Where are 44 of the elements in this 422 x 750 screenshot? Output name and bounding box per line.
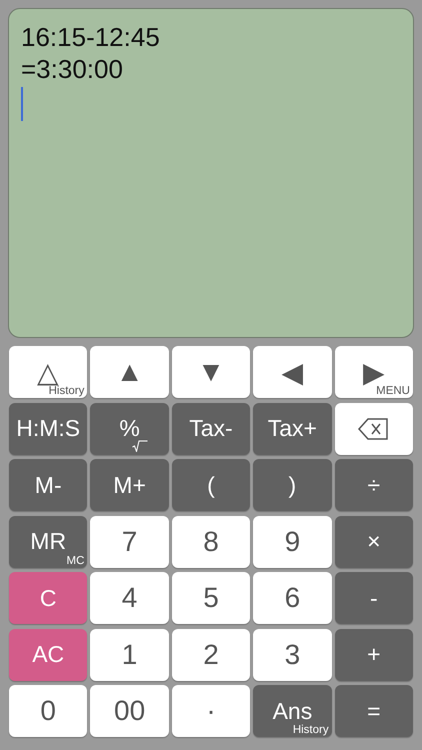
calculator-key[interactable]: M+ [90, 459, 169, 511]
backspace-icon [358, 418, 390, 440]
calculator-key[interactable]: 9 [253, 516, 332, 568]
calculator-key[interactable]: 1 [90, 628, 169, 680]
calculator-key[interactable]: - [334, 572, 413, 624]
calculator-key[interactable]: Tax- [172, 402, 250, 454]
key-sublabel: MC [66, 554, 84, 566]
calculator-key[interactable]: ÷ [334, 459, 413, 511]
calculator-key[interactable]: 4 [90, 572, 169, 624]
key-sublabel: MENU [376, 385, 410, 397]
calculator-key[interactable]: Ans History [253, 685, 332, 737]
calculator-key[interactable]: ▼ [172, 346, 250, 398]
calculator-key[interactable]: 8 [172, 516, 250, 568]
calculator-key[interactable]: AC [9, 628, 88, 680]
calculator-key[interactable]: + [334, 628, 413, 680]
calculator-key[interactable]: ▲ [90, 346, 169, 398]
calculator-key[interactable]: M- [9, 459, 88, 511]
key-sublabel: History [292, 724, 329, 736]
calculator-key[interactable]: C [9, 572, 88, 624]
calculator-key[interactable]: 2 [172, 628, 250, 680]
calculator-key[interactable]: ) [253, 459, 332, 511]
calculator-key[interactable]: 5 [172, 572, 250, 624]
calculator-key[interactable]: × [334, 516, 413, 568]
calculator-key[interactable]: 3 [253, 628, 332, 680]
calculator-key[interactable]: 00 [90, 685, 169, 737]
calculator-key[interactable]: = [334, 685, 413, 737]
calculator-key[interactable]: % [90, 402, 169, 454]
display-line: 16:15-12:45 [21, 21, 160, 53]
display-line: =3:30:00 [21, 53, 123, 85]
calculator-key[interactable]: 7 [90, 516, 169, 568]
calculator-key[interactable]: H:M:S [9, 402, 88, 454]
calculator-key[interactable]: ▶ MENU [334, 346, 413, 398]
calculator-key[interactable]: 0 [9, 685, 88, 737]
square-root-icon [132, 440, 148, 452]
key-sublabel: History [48, 385, 84, 397]
calculator-key[interactable]: ( [172, 459, 250, 511]
calculator-key[interactable]: △ History [9, 346, 88, 398]
text-cursor [21, 87, 23, 121]
calculator-key[interactable]: ◀ [253, 346, 332, 398]
calculator-key[interactable]: · [172, 685, 250, 737]
calculator-key[interactable]: 6 [253, 572, 332, 624]
calculator-key[interactable]: MR MC [9, 516, 88, 568]
backspace-key[interactable] [334, 402, 413, 454]
calculator-key[interactable]: Tax+ [253, 402, 332, 454]
